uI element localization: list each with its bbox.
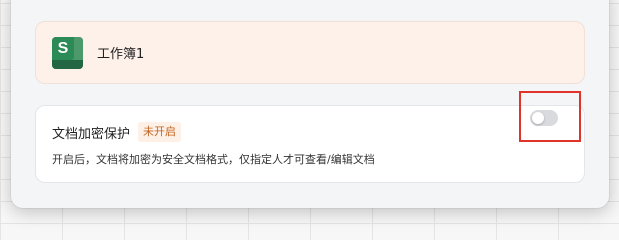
spreadsheet-file-icon: S: [52, 36, 83, 69]
encryption-toggle[interactable]: [530, 110, 558, 126]
file-name: 工作簿1: [97, 47, 145, 62]
protection-title: 文档加密保护: [52, 126, 131, 142]
protection-title-row: 文档加密保护 未开启: [52, 122, 182, 142]
file-info-card: S 工作簿1: [35, 21, 585, 84]
encryption-dialog: S 工作簿1 文档加密保护 未开启 开启后，文档将加密为安全文档格式，仅指定人才…: [11, 0, 609, 208]
protection-description: 开启后，文档将加密为安全文档格式，仅指定人才可查看/编辑文档: [52, 153, 375, 166]
status-badge: 未开启: [138, 122, 182, 142]
toggle-knob: [532, 112, 544, 124]
encryption-protection-card: 文档加密保护 未开启 开启后，文档将加密为安全文档格式，仅指定人才可查看/编辑文…: [35, 105, 585, 183]
